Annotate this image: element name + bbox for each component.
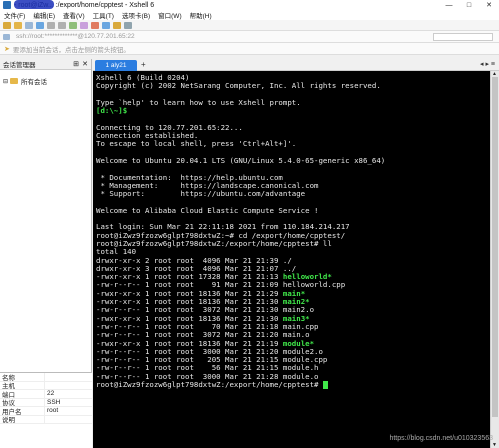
find-icon[interactable] bbox=[69, 21, 77, 29]
menu-file[interactable]: 文件(F) bbox=[4, 10, 25, 20]
address-bar: ssh://root:*************@120.77.201.65:2… bbox=[0, 31, 499, 43]
address-icon bbox=[3, 33, 10, 40]
terminal-line: [d:\~]$ bbox=[96, 107, 487, 115]
terminal-line-text: Copyright (c) 2002 NetSarang Computer, I… bbox=[96, 81, 381, 91]
globe-icon[interactable] bbox=[102, 21, 110, 29]
terminal-line: Welcome to Ubuntu 20.04.1 LTS (GNU/Linux… bbox=[96, 155, 487, 165]
close-panel-icon[interactable]: ✕ bbox=[82, 60, 88, 68]
menu-edit[interactable]: 编辑(E) bbox=[33, 10, 55, 20]
info-hint-text: 要添加当前会话，点击左侧的箭头按钮。 bbox=[12, 46, 130, 54]
terminal-line-text: [d:\~]$ bbox=[96, 106, 128, 116]
terminal-cursor bbox=[322, 380, 328, 389]
watermark: https://blog.csdn.net/u010323563 bbox=[389, 435, 493, 442]
terminal-line: * Support: https://ubuntu.com/advantage bbox=[96, 190, 487, 198]
terminal-line: Copyright (c) 2002 NetSarang Computer, I… bbox=[96, 82, 487, 90]
reconnect-icon[interactable] bbox=[36, 21, 44, 29]
minimize-button[interactable]: — bbox=[439, 0, 459, 10]
tree-item-label: 所有会话 bbox=[21, 79, 48, 86]
property-row: 说明 bbox=[0, 415, 92, 424]
xftp-icon[interactable] bbox=[91, 21, 99, 29]
xshell-app-icon bbox=[3, 1, 11, 9]
terminal-line-text: Welcome to Alibaba Cloud Elastic Compute… bbox=[96, 205, 319, 215]
info-bar: ➤ 要添加当前会话，点击左侧的箭头按钮。 bbox=[0, 43, 499, 55]
menu-window[interactable]: 窗口(W) bbox=[158, 10, 181, 20]
session-address[interactable]: ssh://root:*************@120.77.201.65:2… bbox=[16, 33, 135, 40]
xshell-window: - root@iZw... :/export/home/cpptest - Xs… bbox=[0, 0, 499, 448]
expand-icon[interactable]: ⊟ bbox=[3, 78, 8, 85]
property-value: SSH bbox=[47, 398, 61, 406]
disconnect-icon[interactable] bbox=[25, 21, 33, 29]
terminal-line: Type `help' to learn how to use Xshell p… bbox=[96, 98, 487, 107]
property-value: root bbox=[47, 407, 59, 415]
tree-item-all-sessions[interactable]: ⊟ 所有会话 bbox=[3, 76, 88, 86]
session-properties: 名称 主机 端口 22 协议 SSH 用户名 root 说明 bbox=[0, 372, 92, 448]
open-folder-icon[interactable] bbox=[14, 21, 22, 29]
scrollbar-thumb[interactable] bbox=[492, 77, 498, 417]
terminal-line: root@iZwz9fzozw6glpt798dxtwZ:/export/hom… bbox=[96, 379, 487, 389]
session-manager-header: 会话管理器 ⊞ ✕ bbox=[0, 59, 91, 70]
tab-nav-icon[interactable]: ◂ ▸ ≡ bbox=[480, 60, 495, 68]
property-key: 说明 bbox=[0, 415, 45, 424]
menu-help[interactable]: 帮助(H) bbox=[190, 10, 212, 20]
tab-session-aly21[interactable]: 1 aly21 bbox=[95, 60, 137, 71]
settings-icon[interactable] bbox=[124, 21, 132, 29]
properties-icon[interactable] bbox=[80, 21, 88, 29]
menu-tools[interactable]: 工具(T) bbox=[93, 10, 114, 20]
lock-icon[interactable] bbox=[113, 21, 121, 29]
terminal-line-text: Welcome to Ubuntu 20.04.1 LTS (GNU/Linux… bbox=[96, 155, 386, 165]
session-manager-title: 会话管理器 bbox=[3, 62, 36, 69]
session-tree: ⊟ 所有会话 bbox=[0, 70, 91, 92]
terminal-line-text: * Support: https://ubuntu.com/advantage bbox=[96, 189, 306, 199]
toolbar bbox=[0, 20, 499, 31]
property-value: 22 bbox=[47, 390, 55, 398]
terminal-scrollbar[interactable]: ▲ ▼ bbox=[490, 71, 499, 448]
terminal-line-text: root@iZwz9fzozw6glpt798dxtwZ:/export/hom… bbox=[96, 379, 323, 389]
terminal-line: To escape to local shell, press 'Ctrl+Al… bbox=[96, 140, 487, 148]
menu-bar: 文件(F) 编辑(E) 查看(V) 工具(T) 选项卡(B) 窗口(W) 帮助(… bbox=[0, 10, 499, 20]
terminal-line: root@iZwz9fzozw6glpt798dxtwZ:/export/hom… bbox=[96, 239, 487, 248]
address-input[interactable] bbox=[433, 33, 493, 41]
pin-icon[interactable]: ⊞ bbox=[73, 60, 79, 68]
info-arrow-icon[interactable]: ➤ bbox=[4, 45, 10, 53]
menu-view[interactable]: 查看(V) bbox=[63, 10, 85, 20]
paste-icon[interactable] bbox=[58, 21, 66, 29]
terminal-line-text: To escape to local shell, press 'Ctrl+Al… bbox=[96, 139, 297, 149]
copy-icon[interactable] bbox=[47, 21, 55, 29]
folder-icon bbox=[10, 78, 19, 84]
scroll-down-icon[interactable]: ▼ bbox=[492, 442, 497, 448]
tab-bar: 1 aly21 + ◂ ▸ ≡ bbox=[93, 59, 499, 71]
redaction-mark bbox=[14, 0, 54, 9]
new-session-icon[interactable] bbox=[3, 21, 11, 29]
title-bar: - root@iZw... :/export/home/cpptest - Xs… bbox=[0, 0, 499, 10]
terminal-line: Welcome to Alibaba Cloud Elastic Compute… bbox=[96, 205, 487, 215]
maximize-button[interactable]: □ bbox=[459, 0, 479, 10]
terminal-output[interactable]: Xshell 6 (Build 0204) Copyright (c) 2002 … bbox=[93, 71, 490, 448]
close-button[interactable]: ✕ bbox=[479, 0, 499, 10]
add-tab-icon[interactable]: + bbox=[141, 60, 146, 69]
menu-tab[interactable]: 选项卡(B) bbox=[122, 10, 150, 20]
